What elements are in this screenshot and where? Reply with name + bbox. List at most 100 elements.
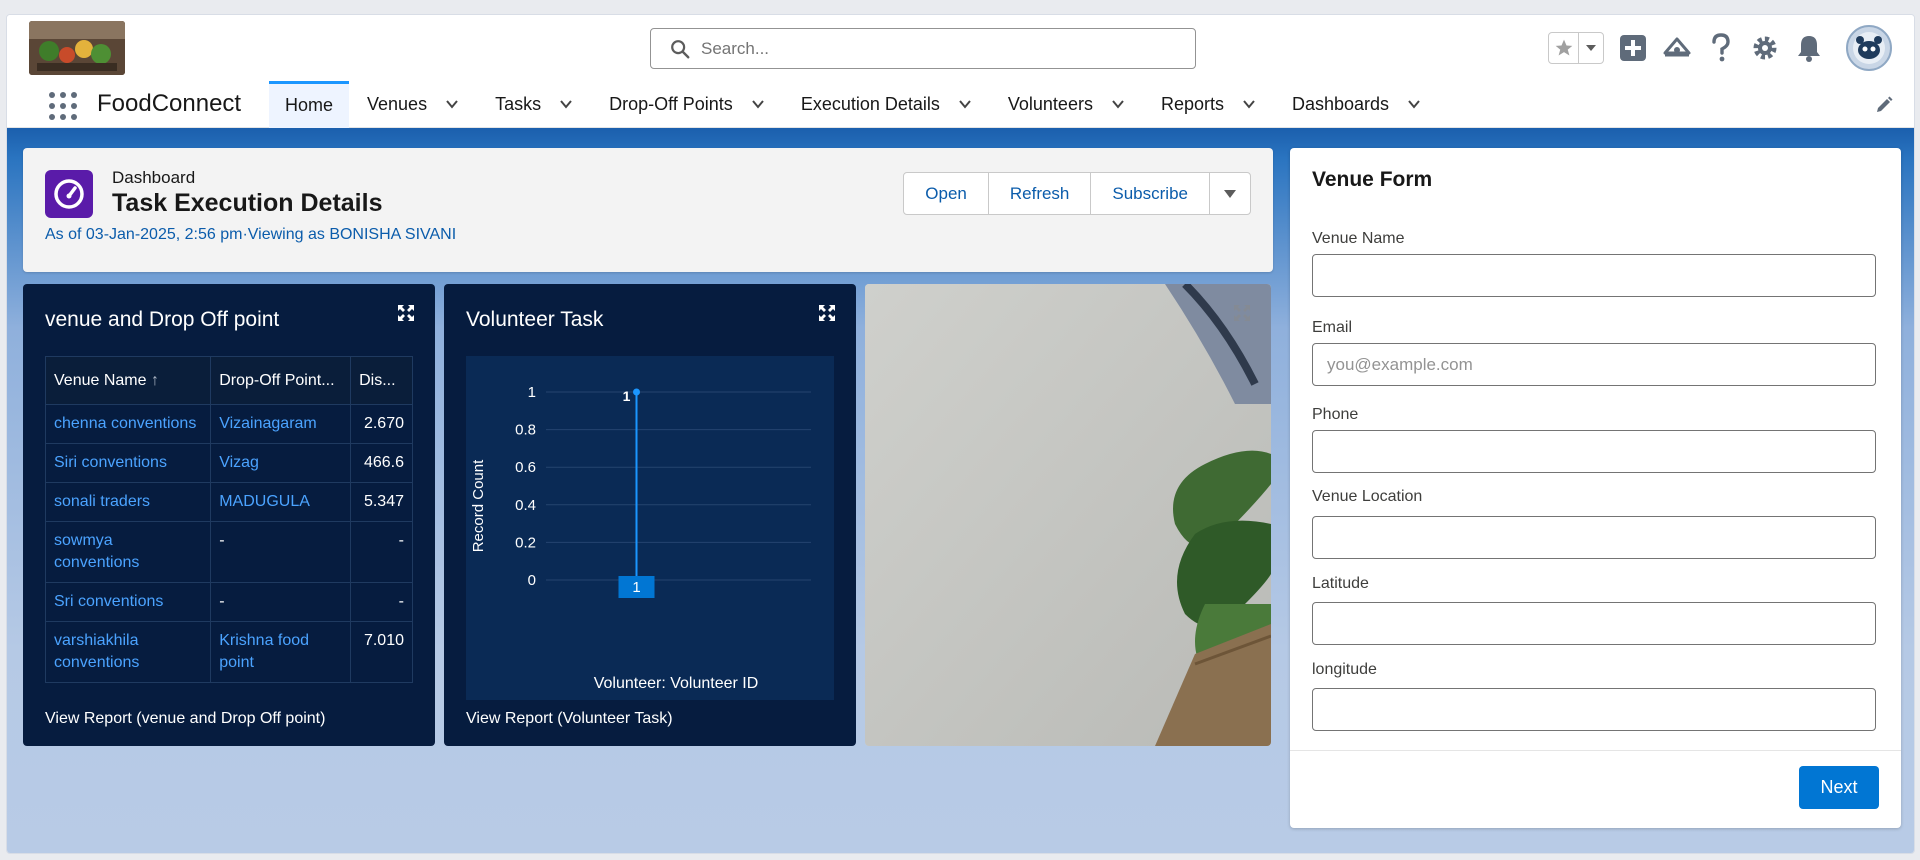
tab-volunteers[interactable]: Volunteers: [990, 81, 1143, 128]
image-widget: [865, 284, 1271, 746]
y-tick-label: 1: [528, 384, 536, 401]
tab-execution-details[interactable]: Execution Details: [783, 81, 990, 128]
form-footer-divider: [1290, 750, 1901, 751]
view-report-link[interactable]: View Report (venue and Drop Off point): [45, 710, 325, 728]
app-window: FoodConnect Home Venues Tasks Drop-Off P…: [6, 14, 1915, 854]
expand-icon[interactable]: [818, 304, 836, 322]
venue-link[interactable]: Sri conventions: [44, 582, 212, 622]
dashboard-as-of: As of 03-Jan-2025, 2:56 pm·Viewing as BO…: [45, 226, 457, 243]
distance-value: 466.6: [350, 443, 413, 483]
tab-label: Tasks: [495, 93, 542, 114]
favorites-button[interactable]: [1548, 32, 1604, 64]
pencil-icon[interactable]: [1874, 95, 1894, 115]
help-icon[interactable]: [1706, 33, 1736, 63]
chevron-down-icon[interactable]: [445, 97, 459, 111]
drop-off-value: -: [210, 521, 352, 583]
chevron-down-icon[interactable]: [1111, 97, 1125, 111]
chevron-down-icon[interactable]: [1242, 97, 1256, 111]
star-icon[interactable]: [1549, 33, 1579, 63]
table-row: sonali traders MADUGULA 5.347: [44, 482, 413, 522]
expand-icon[interactable]: [397, 304, 415, 322]
venue-link[interactable]: Siri conventions: [44, 443, 212, 483]
user-avatar[interactable]: [1846, 25, 1892, 71]
longitude-input[interactable]: [1312, 688, 1876, 731]
next-button[interactable]: Next: [1799, 766, 1879, 809]
column-header-distance[interactable]: Dis...: [350, 356, 413, 405]
distance-value: -: [350, 582, 413, 622]
y-tick-label: 0.2: [515, 534, 536, 551]
refresh-button[interactable]: Refresh: [987, 172, 1092, 215]
nav-tabs: Home Venues Tasks Drop-Off Points Execut…: [269, 80, 1439, 128]
chevron-down-icon[interactable]: [1579, 33, 1603, 63]
header-utility-icons: [1548, 25, 1892, 71]
venue-link[interactable]: sonali traders: [44, 482, 212, 522]
data-label: 1: [632, 579, 640, 596]
open-button[interactable]: Open: [903, 172, 989, 215]
global-search[interactable]: [650, 28, 1196, 69]
app-nav-bar: FoodConnect Home Venues Tasks Drop-Off P…: [7, 80, 1914, 128]
tab-label: Home: [285, 95, 334, 115]
widget-title: venue and Drop Off point: [45, 308, 280, 331]
expand-icon[interactable]: [1233, 304, 1251, 322]
phone-input[interactable]: [1312, 430, 1876, 473]
column-header-venue-name[interactable]: Venue Name ↑: [44, 356, 212, 405]
bell-icon[interactable]: [1794, 33, 1824, 63]
venue-form: Venue Form Venue Name Email Phone Venue …: [1290, 148, 1901, 828]
tab-label: Dashboards: [1291, 93, 1390, 114]
org-logo[interactable]: [29, 21, 125, 75]
search-input[interactable]: [701, 38, 1181, 59]
gauge-icon: [45, 170, 93, 218]
email-input[interactable]: [1312, 343, 1876, 386]
global-header: [7, 15, 1914, 81]
gear-icon[interactable]: [1750, 33, 1780, 63]
venue-location-label: Venue Location: [1312, 488, 1423, 505]
chevron-down-icon[interactable]: [751, 97, 765, 111]
dashboard-header: Dashboard Task Execution Details As of 0…: [23, 148, 1273, 272]
view-report-link[interactable]: View Report (Volunteer Task): [466, 710, 673, 728]
plus-icon[interactable]: [1618, 33, 1648, 63]
search-icon: [671, 39, 690, 58]
venue-link[interactable]: sowmya conventions: [44, 521, 212, 583]
chevron-down-icon[interactable]: [1407, 97, 1421, 111]
form-title: Venue Form: [1312, 168, 1433, 191]
latitude-input[interactable]: [1312, 602, 1876, 645]
tab-label: Drop-Off Points: [609, 93, 733, 114]
x-axis-label: Volunteer: Volunteer ID: [594, 675, 759, 692]
chevron-down-icon: [1224, 189, 1236, 198]
drop-off-link[interactable]: MADUGULA: [210, 482, 352, 522]
y-axis-label: Record Count: [470, 459, 487, 552]
more-actions-button[interactable]: [1209, 172, 1251, 215]
column-header-drop-off-point[interactable]: Drop-Off Point...: [210, 356, 352, 405]
page-title: Task Execution Details: [112, 189, 383, 217]
tab-drop-off-points[interactable]: Drop-Off Points: [591, 81, 783, 128]
tab-reports[interactable]: Reports: [1143, 81, 1274, 128]
venue-name-input[interactable]: [1312, 254, 1876, 297]
venue-location-input[interactable]: [1312, 516, 1876, 559]
drop-off-link[interactable]: Vizag: [210, 443, 352, 483]
tab-tasks[interactable]: Tasks: [477, 81, 591, 128]
chevron-down-icon[interactable]: [559, 97, 573, 111]
subscribe-button[interactable]: Subscribe: [1090, 172, 1210, 215]
phone-label: Phone: [1312, 406, 1359, 423]
main-content: Dashboard Task Execution Details As of 0…: [7, 128, 1914, 853]
cloud-icon[interactable]: [1662, 33, 1692, 63]
tab-label: Volunteers: [1007, 93, 1093, 114]
venue-name-label: Venue Name: [1312, 230, 1405, 247]
tab-dashboards[interactable]: Dashboards: [1274, 81, 1439, 128]
chevron-down-icon[interactable]: [958, 97, 972, 111]
venue-link[interactable]: chenna conventions: [44, 404, 212, 444]
tab-label: Execution Details: [800, 93, 940, 114]
table-row: varshiakhila conventions Krishna food po…: [44, 621, 413, 683]
drop-off-link[interactable]: Krishna food point: [210, 621, 352, 683]
app-launcher-icon[interactable]: [45, 88, 77, 120]
tab-home[interactable]: Home: [269, 80, 350, 128]
distance-value: 2.670: [350, 404, 413, 444]
dashboard-actions: Open Refresh Subscribe: [903, 172, 1251, 215]
y-tick-label: 0.8: [515, 422, 536, 439]
food-logo-image: [29, 21, 125, 75]
distance-value: 5.347: [350, 482, 413, 522]
drop-off-link[interactable]: Vizainagaram: [210, 404, 352, 444]
venue-dropoff-widget: venue and Drop Off point Venue Name ↑ Dr…: [23, 284, 435, 746]
venue-link[interactable]: varshiakhila conventions: [44, 621, 212, 683]
tab-venues[interactable]: Venues: [349, 81, 477, 128]
